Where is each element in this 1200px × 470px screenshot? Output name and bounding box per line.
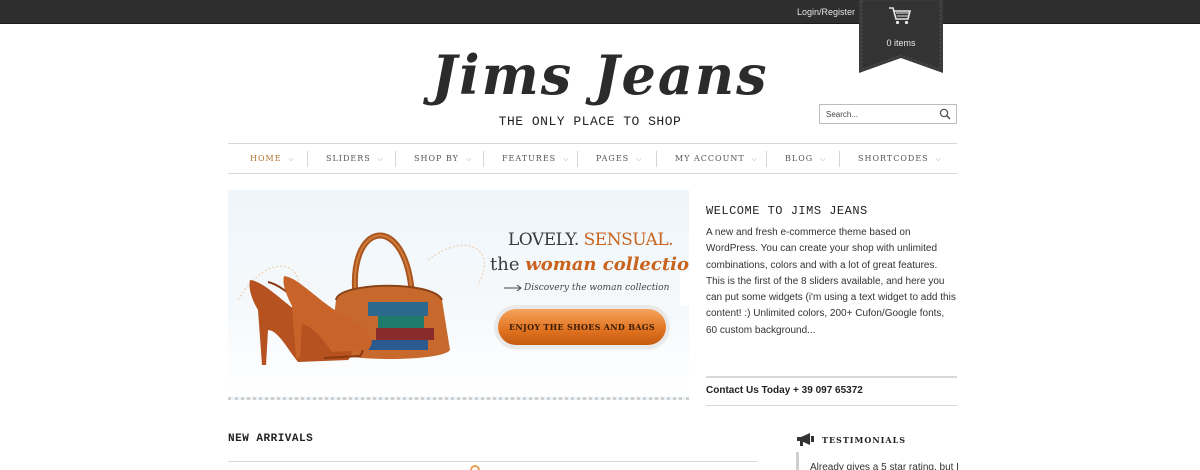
nav-divider (656, 151, 657, 167)
chevron-down-icon: ⌵ (751, 155, 758, 163)
enjoy-shoes-bags-button[interactable]: ENJOY THE SHOES AND BAGS (498, 309, 666, 345)
loading-spinner-icon (470, 465, 480, 470)
nav-divider (839, 151, 840, 167)
nav-divider (483, 151, 484, 167)
nav-label: HOME (250, 154, 282, 163)
cart-count: 0 items (886, 38, 916, 48)
slider-tagline: Discovery the woman collection (524, 283, 670, 293)
cart-icon (889, 7, 912, 25)
welcome-text: A new and fresh e-commerce theme based o… (706, 227, 956, 336)
chevron-down-icon: ⌵ (636, 155, 643, 163)
slider-image (237, 232, 522, 365)
cart-widget[interactable]: 0 items (859, 0, 943, 73)
site-logo[interactable]: Jims Jeans (360, 32, 840, 112)
chevron-down-icon: ⌵ (935, 155, 942, 163)
nav-divider (395, 151, 396, 167)
slider-subheadline: the woman collection (490, 254, 689, 275)
nav-item-features[interactable]: FEATURES ⌵ (502, 144, 569, 173)
main-nav: HOME ⌵ SLIDERS ⌵ SHOP BY ⌵ FEATURES ⌵ PAGES ⌵… (228, 143, 957, 174)
nav-divider (577, 151, 578, 167)
slider-headline: LOVELY. SENSUAL. (508, 230, 674, 250)
megaphone-icon (797, 433, 814, 446)
nav-item-pages[interactable]: PAGES ⌵ (596, 144, 642, 173)
chevron-down-icon: ⌵ (820, 155, 827, 163)
nav-label: PAGES (596, 154, 630, 163)
nav-item-shop-by[interactable]: SHOP BY ⌵ (414, 144, 472, 173)
nav-item-blog[interactable]: BLOG ⌵ (785, 144, 826, 173)
slider-next-tab[interactable] (680, 272, 689, 306)
nav-label: MY ACCOUNT (675, 154, 745, 163)
hero-slider[interactable]: LOVELY. SENSUAL. the woman collection Di… (228, 190, 689, 400)
welcome-title: WELCOME TO JIMS JEANS (706, 204, 868, 218)
nav-label: SHORTCODES (858, 154, 929, 163)
nav-label: SLIDERS (326, 154, 371, 163)
testimonials-label: TESTIMONIALS (822, 435, 907, 445)
nav-divider (766, 151, 767, 167)
contact-line: Contact Us Today + 39 097 65372 (706, 376, 957, 406)
search-icon[interactable] (939, 108, 951, 120)
site-tagline: THE ONLY PLACE TO SHOP (498, 114, 682, 129)
login-register-link[interactable]: Login/Register (797, 7, 855, 17)
chevron-down-icon: ⌵ (377, 155, 385, 163)
nav-label: BLOG (785, 154, 814, 163)
nav-divider (307, 151, 308, 167)
search-input[interactable] (826, 108, 936, 121)
nav-label: SHOP BY (414, 154, 459, 163)
chevron-down-icon: ⌵ (465, 155, 473, 163)
nav-label: FEATURES (502, 154, 557, 163)
divider (228, 461, 757, 462)
new-arrivals-heading: NEW ARRIVALS (228, 433, 314, 445)
chevron-down-icon: ⌵ (288, 155, 295, 163)
nav-item-shortcodes[interactable]: SHORTCODES ⌵ (858, 144, 942, 173)
search-box (819, 104, 957, 124)
nav-item-sliders[interactable]: SLIDERS ⌵ (326, 144, 384, 173)
testimonials-heading: TESTIMONIALS (796, 433, 905, 448)
logo-text: Jims Jeans (423, 43, 769, 107)
nav-item-home[interactable]: HOME ⌵ (250, 144, 295, 173)
top-bar (0, 0, 1200, 24)
testimonial-text: Already gives a 5 star rating, but I (810, 462, 959, 470)
nav-item-my-account[interactable]: MY ACCOUNT ⌵ (675, 144, 758, 173)
chevron-down-icon: ⌵ (563, 155, 570, 163)
